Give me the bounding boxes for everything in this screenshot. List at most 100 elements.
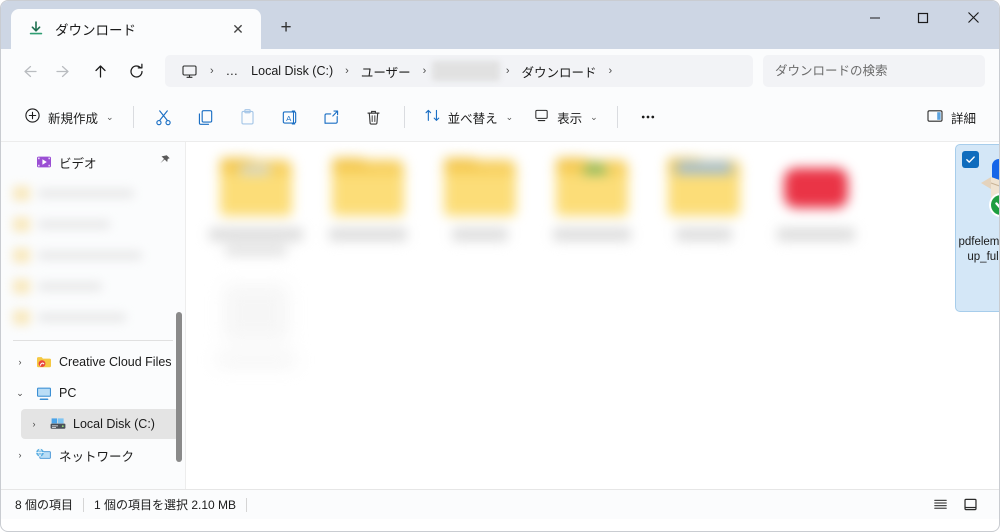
sidebar-blurred-item[interactable]: [7, 240, 179, 270]
share-button[interactable]: [312, 100, 352, 134]
refresh-button[interactable]: [119, 55, 153, 87]
breadcrumb-separator: ›: [422, 65, 427, 77]
folder-icon: [332, 158, 404, 216]
forward-button[interactable]: [47, 55, 81, 87]
status-bar: 8 個の項目 1 個の項目を選択 2.10 MB: [1, 489, 999, 519]
item-label: [553, 228, 631, 241]
close-button[interactable]: [947, 1, 999, 34]
expand-arrow-icon[interactable]: ›: [25, 419, 43, 429]
sidebar-item-videos[interactable]: › ビデオ: [7, 147, 179, 177]
command-toolbar: 新規作成 ⌄ A 並べ替え ⌄ 表示 ⌄ 詳細: [1, 93, 999, 141]
toolbar-divider: [403, 106, 405, 128]
minimize-button[interactable]: [851, 1, 899, 34]
sort-label: 並べ替え: [447, 111, 498, 126]
paste-button[interactable]: [228, 100, 268, 134]
address-bar-row: › … Local Disk (C:) › ユーザー › username › …: [1, 49, 999, 93]
sidebar-item-label: [38, 250, 142, 260]
sidebar-item-network[interactable]: › ネットワーク: [7, 440, 179, 470]
delete-button[interactable]: [354, 100, 394, 134]
grid-item[interactable]: [424, 150, 536, 278]
pc-icon: [35, 384, 53, 402]
breadcrumb-item-users[interactable]: ユーザー: [355, 59, 417, 84]
pdf-file-icon: [784, 168, 848, 208]
details-pane-label: 詳細: [950, 111, 976, 126]
folder-icon: [13, 278, 30, 294]
list-view-icon[interactable]: [925, 493, 955, 517]
annotation-arrow: [996, 454, 999, 489]
folder-icon: [13, 216, 30, 232]
selected-file-name: pdfelement-pro_setup_full5272.exe: [958, 236, 999, 263]
sidebar-blurred-item[interactable]: [7, 178, 179, 208]
folder-icon: [444, 158, 516, 216]
item-label: [676, 228, 732, 241]
sidebar-item-label: ネットワーク: [59, 449, 135, 464]
sidebar-blurred-item[interactable]: [7, 271, 179, 301]
sidebar-divider: [13, 340, 173, 341]
toolbar-divider: [616, 106, 618, 128]
video-icon: [35, 153, 53, 171]
chevron-down-icon: ⌄: [590, 111, 598, 122]
sidebar-item-pc[interactable]: ⌄ PC: [7, 378, 179, 408]
cut-button[interactable]: [144, 100, 184, 134]
breadcrumb[interactable]: › … Local Disk (C:) › ユーザー › username › …: [165, 55, 753, 87]
expand-arrow-icon[interactable]: ›: [11, 450, 29, 460]
sidebar-blurred-item[interactable]: [7, 302, 179, 332]
file-list-view[interactable]: pdfelement-pro_setup_full5272.exe: [185, 142, 999, 489]
sidebar-scrollbar-thumb[interactable]: [176, 312, 182, 462]
grid-item-selected[interactable]: pdfelement-pro_setup_full5272.exe: [955, 144, 999, 312]
details-pane-icon: [926, 107, 944, 128]
monitor-icon[interactable]: [175, 60, 204, 83]
expand-arrow-icon[interactable]: ›: [11, 357, 29, 367]
breadcrumb-separator: ›: [210, 65, 214, 77]
breadcrumb-item-downloads[interactable]: ダウンロード: [516, 59, 603, 84]
pdfelement-setup-icon: [972, 155, 999, 227]
file-icon: [223, 284, 289, 342]
view-icon: [533, 107, 550, 127]
expand-arrow-icon: ›: [11, 157, 29, 167]
large-icons-view-icon[interactable]: [955, 493, 985, 517]
grid-item[interactable]: [760, 150, 872, 278]
grid-item[interactable]: [536, 150, 648, 278]
more-options-button[interactable]: [628, 100, 668, 134]
breadcrumb-separator: ›: [608, 65, 613, 77]
copy-button[interactable]: [186, 100, 226, 134]
navigation-pane[interactable]: › ビデオ: [1, 142, 185, 489]
breadcrumb-item-username[interactable]: username: [432, 61, 500, 81]
grid-item-faded[interactable]: [200, 278, 312, 406]
sidebar-item-creative-cloud-files[interactable]: › Creative Cloud Files: [7, 347, 179, 377]
sidebar-item-label: ビデオ: [59, 156, 97, 171]
new-button-label: 新規作成: [48, 111, 99, 126]
view-button[interactable]: 表示 ⌄: [524, 100, 607, 134]
sidebar-item-label: [38, 281, 102, 291]
collapse-arrow-icon[interactable]: ⌄: [11, 388, 29, 399]
up-button[interactable]: [83, 55, 117, 87]
tab-downloads[interactable]: ダウンロード ✕: [11, 9, 261, 49]
rename-button[interactable]: A: [270, 100, 310, 134]
sort-button[interactable]: 並べ替え ⌄: [415, 100, 523, 134]
details-pane-button[interactable]: 詳細: [917, 100, 985, 134]
folder-icon: [220, 158, 292, 216]
folder-icon: [13, 247, 30, 263]
creative-cloud-icon: [35, 353, 53, 371]
grid-item[interactable]: [312, 150, 424, 278]
title-bar: ダウンロード ✕ +: [1, 1, 999, 49]
window-controls: [851, 1, 999, 49]
pin-icon[interactable]: [158, 154, 171, 170]
status-divider: [83, 497, 85, 512]
maximize-button[interactable]: [899, 1, 947, 34]
tab-label: ダウンロード: [55, 23, 136, 38]
item-grid: [200, 150, 989, 406]
tab-close-icon[interactable]: ✕: [225, 16, 251, 42]
explorer-body: › ビデオ: [1, 141, 999, 489]
search-box[interactable]: [763, 55, 985, 87]
new-button[interactable]: 新規作成 ⌄: [15, 100, 123, 134]
back-button[interactable]: [11, 55, 45, 87]
grid-item[interactable]: [200, 150, 312, 278]
grid-item[interactable]: [648, 150, 760, 278]
new-tab-button[interactable]: +: [269, 11, 303, 45]
sidebar-item-local-disk-c[interactable]: › Local Disk (C:): [21, 409, 179, 439]
search-input[interactable]: [775, 64, 973, 78]
sidebar-blurred-item[interactable]: [7, 209, 179, 239]
breadcrumb-overflow[interactable]: …: [220, 61, 245, 81]
breadcrumb-item-local-disk[interactable]: Local Disk (C:): [245, 61, 339, 81]
